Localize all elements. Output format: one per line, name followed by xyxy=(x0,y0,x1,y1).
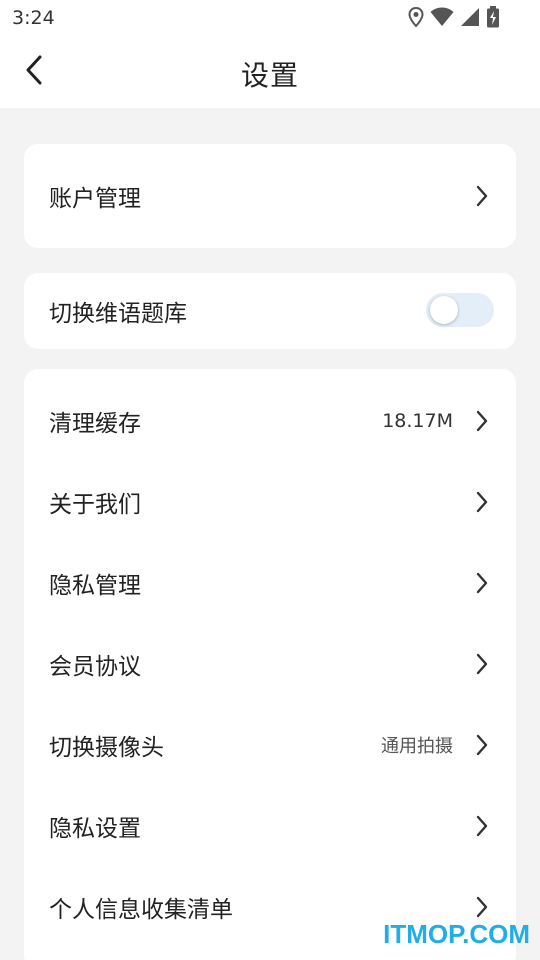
status-icons xyxy=(408,6,500,32)
account-management-row[interactable]: 账户管理 xyxy=(24,166,516,226)
list-item-clear-cache[interactable]: 清理缓存 18.17M xyxy=(24,391,516,451)
camera-mode-value: 通用拍摄 xyxy=(381,736,453,757)
switch-card: 切换维语题库 xyxy=(24,273,516,349)
toggle-knob xyxy=(430,296,458,324)
signal-icon xyxy=(460,7,480,31)
account-card: 账户管理 xyxy=(24,144,516,248)
list-item-about-us[interactable]: 关于我们 xyxy=(24,472,516,532)
cache-size-value: 18.17M xyxy=(382,410,453,432)
switch-uyghur-bank-label: 切换维语题库 xyxy=(49,301,187,327)
status-bar: 3:24 xyxy=(0,0,540,38)
status-time: 3:24 xyxy=(12,7,55,29)
chevron-right-icon xyxy=(474,733,490,757)
chevron-right-icon xyxy=(474,814,490,838)
list-item-label: 清理缓存 xyxy=(49,411,141,437)
list-item-privacy-management[interactable]: 隐私管理 xyxy=(24,553,516,613)
location-icon xyxy=(408,6,424,31)
switch-uyghur-bank-toggle[interactable] xyxy=(426,293,494,327)
list-item-membership-agreement[interactable]: 会员协议 xyxy=(24,634,516,694)
list-item-label: 会员协议 xyxy=(49,654,141,680)
wifi-icon xyxy=(430,7,454,31)
chevron-right-icon xyxy=(474,184,490,208)
battery-charging-icon xyxy=(486,6,500,32)
settings-list-card: 清理缓存 18.17M 关于我们 隐私管理 会员协议 切换摄像头 通用拍摄 隐私… xyxy=(24,369,516,960)
page-title: 设置 xyxy=(240,59,299,92)
chevron-right-icon xyxy=(474,895,490,919)
list-item-privacy-settings[interactable]: 隐私设置 xyxy=(24,796,516,856)
header: 设置 xyxy=(0,38,540,108)
chevron-right-icon xyxy=(474,652,490,676)
list-item-label: 个人信息收集清单 xyxy=(49,897,233,923)
chevron-right-icon xyxy=(474,490,490,514)
chevron-right-icon xyxy=(474,409,490,433)
chevron-right-icon xyxy=(474,571,490,595)
watermark: ITMOP.COM xyxy=(383,919,530,949)
list-item-label: 切换摄像头 xyxy=(49,735,164,761)
list-item-label: 隐私设置 xyxy=(49,816,141,842)
list-item-switch-camera[interactable]: 切换摄像头 通用拍摄 xyxy=(24,715,516,775)
list-item-label: 关于我们 xyxy=(49,492,141,518)
list-item-label: 隐私管理 xyxy=(49,573,141,599)
account-management-label: 账户管理 xyxy=(49,186,141,212)
